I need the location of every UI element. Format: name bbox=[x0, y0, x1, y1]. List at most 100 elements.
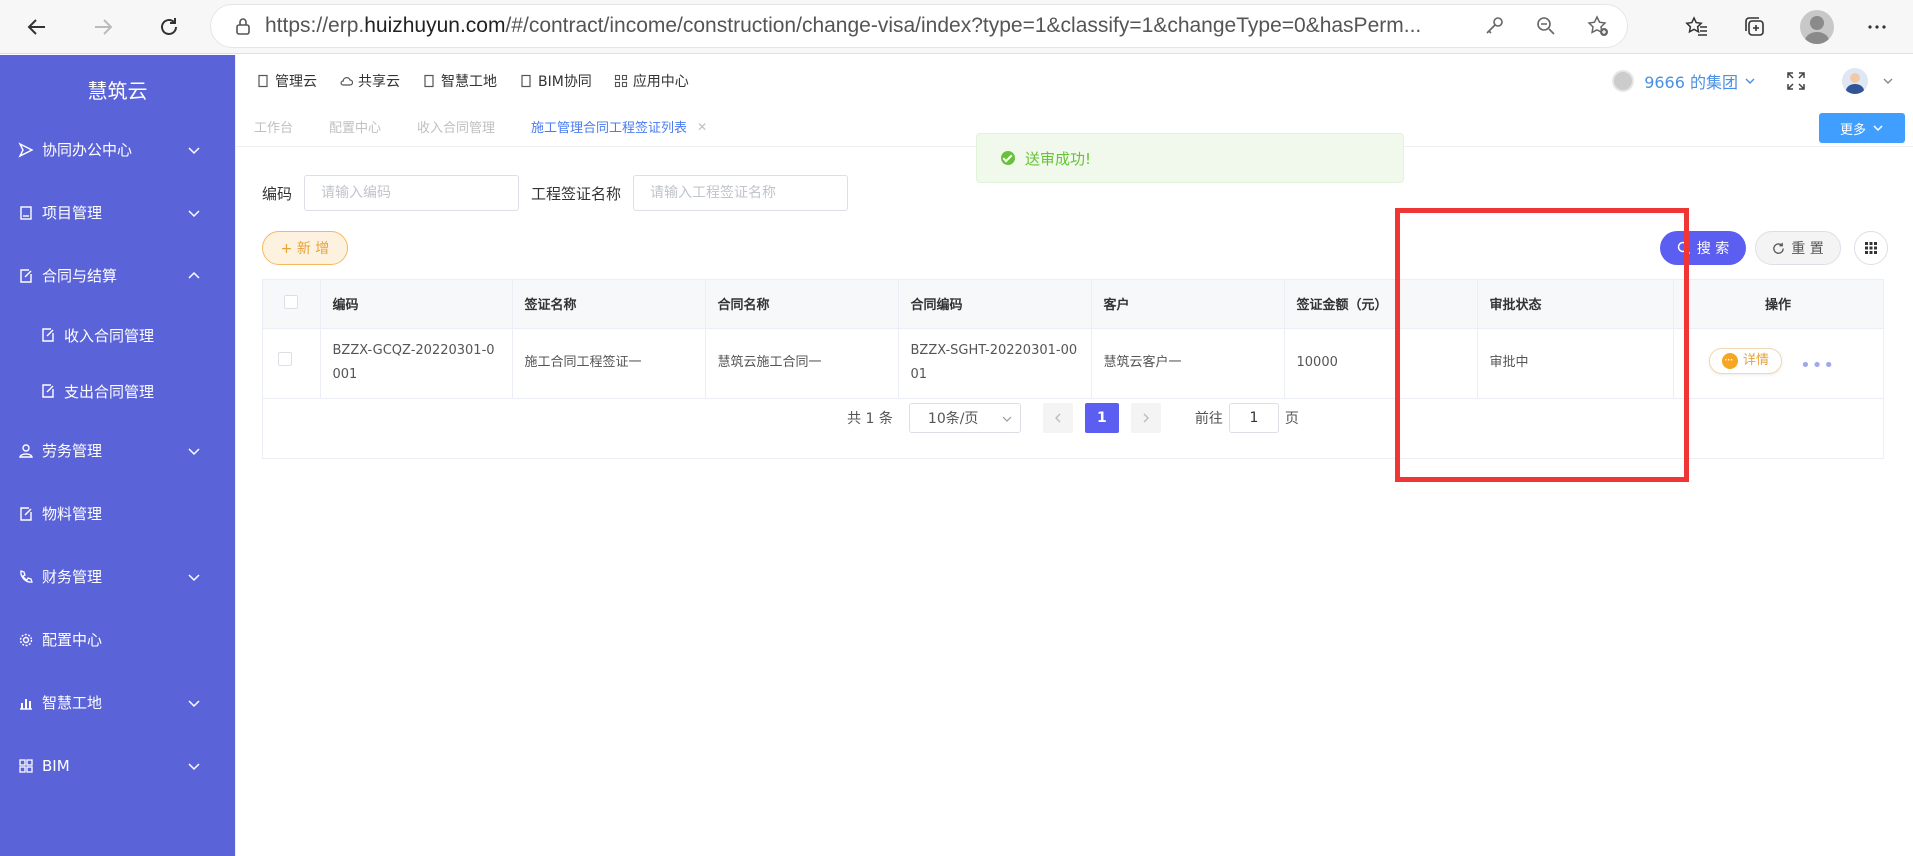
sidebar-item-label: 财务管理 bbox=[42, 568, 103, 586]
column-header[interactable]: 合同名称 bbox=[705, 280, 899, 329]
favorites-icon bbox=[1685, 16, 1707, 36]
edit-doc-icon bbox=[42, 328, 54, 342]
more-button[interactable]: 更多 bbox=[1819, 113, 1905, 143]
topnav-label: BIM协同 bbox=[538, 74, 592, 90]
sidebar-item-labor[interactable]: 劳务管理 bbox=[0, 419, 235, 482]
column-header[interactable]: 编码 bbox=[320, 280, 513, 329]
chevron-right-icon bbox=[1143, 413, 1149, 423]
detail-label: 详情 bbox=[1742, 353, 1769, 368]
sidebar-item-label: 支出合同管理 bbox=[64, 382, 155, 401]
goto-label: 前往 bbox=[1194, 411, 1223, 427]
next-page-button[interactable] bbox=[1130, 403, 1161, 433]
sidebar-item-collaboration[interactable]: 协同办公中心 bbox=[0, 118, 235, 181]
cell-customer: 慧筑云客户一 bbox=[1091, 328, 1285, 399]
prev-page-button[interactable] bbox=[1042, 403, 1073, 433]
select-all-cell bbox=[263, 280, 321, 329]
tab-config-center[interactable]: 配置中心 bbox=[329, 117, 381, 136]
topnav-label: 管理云 bbox=[275, 74, 317, 90]
grid-icon bbox=[614, 74, 627, 88]
edit-doc-icon bbox=[42, 384, 54, 398]
fullscreen-icon[interactable] bbox=[1786, 71, 1806, 91]
url-text: https://erp.huizhuyun.com/#/contract/inc… bbox=[265, 14, 1422, 37]
check-circle-icon bbox=[1001, 151, 1015, 165]
page-size-select[interactable]: 10条/页 bbox=[908, 403, 1021, 433]
visa-name-label: 工程签证名称 bbox=[531, 184, 622, 203]
tab-construction-visa-list[interactable]: 施工管理合同工程签证列表 bbox=[531, 117, 687, 136]
topnav-item-management-cloud[interactable]: 管理云 bbox=[256, 71, 317, 91]
sidebar-item-income-contract[interactable]: 收入合同管理 bbox=[0, 307, 235, 363]
sidebar-item-bim[interactable]: BIM bbox=[0, 734, 235, 797]
sidebar-item-label: 智慧工地 bbox=[42, 694, 103, 712]
group-selector[interactable]: 9666 的集团 bbox=[1612, 69, 1756, 93]
add-favorite-button[interactable] bbox=[1579, 7, 1617, 45]
chevron-down-icon bbox=[1745, 78, 1755, 84]
collections-icon bbox=[1745, 17, 1764, 36]
code-label: 编码 bbox=[262, 184, 293, 203]
add-button[interactable]: + 新 增 bbox=[262, 231, 348, 265]
topnav-item-smart-site[interactable]: 智慧工地 bbox=[422, 71, 497, 91]
back-button[interactable] bbox=[16, 6, 58, 48]
tab-workbench[interactable]: 工作台 bbox=[254, 117, 293, 136]
topnav-item-bim[interactable]: BIM协同 bbox=[519, 71, 592, 91]
page-number-current[interactable]: 1 bbox=[1084, 403, 1119, 433]
sidebar-item-label: 项目管理 bbox=[42, 204, 103, 222]
zoom-out-icon bbox=[1537, 17, 1555, 35]
sidebar-item-material[interactable]: 物料管理 bbox=[0, 482, 235, 545]
more-horizontal-icon bbox=[1868, 25, 1886, 29]
visa-name-input[interactable] bbox=[633, 175, 849, 211]
topnav-item-share-cloud[interactable]: 共享云 bbox=[339, 71, 400, 91]
topnav-item-app-center[interactable]: 应用中心 bbox=[614, 71, 689, 91]
key-icon-button[interactable] bbox=[1475, 7, 1513, 45]
chevron-down-icon bbox=[188, 448, 200, 456]
sidebar-item-config[interactable]: 配置中心 bbox=[0, 608, 235, 671]
zoom-button[interactable] bbox=[1527, 7, 1565, 45]
toast-message: 送审成功! bbox=[1025, 149, 1092, 168]
code-input[interactable] bbox=[304, 175, 520, 211]
filter-bar: 编码 工程签证名称 bbox=[262, 175, 860, 211]
bar-chart-icon bbox=[20, 698, 32, 710]
cloud-icon bbox=[340, 77, 353, 86]
reset-button[interactable]: 重 置 bbox=[1755, 231, 1841, 265]
sidebar-item-smart-site[interactable]: 智慧工地 bbox=[0, 671, 235, 734]
reset-label: 重 置 bbox=[1791, 241, 1824, 257]
brand-title: 慧筑云 bbox=[87, 79, 148, 103]
sidebar-item-expense-contract[interactable]: 支出合同管理 bbox=[0, 363, 235, 419]
doc-icon bbox=[521, 74, 531, 88]
favorites-button[interactable] bbox=[1671, 6, 1723, 48]
cell-code: BZZX-GCQZ-20220301-0001 bbox=[320, 328, 513, 399]
row-checkbox[interactable] bbox=[278, 352, 293, 366]
tab-income-contract[interactable]: 收入合同管理 bbox=[417, 117, 495, 136]
detail-button[interactable]: 详情 bbox=[1708, 348, 1782, 374]
chevron-down-icon[interactable] bbox=[1882, 75, 1894, 87]
doc-icon bbox=[424, 74, 434, 88]
collections-button[interactable] bbox=[1729, 6, 1781, 48]
profile-button[interactable] bbox=[1791, 6, 1843, 48]
chevron-down-icon bbox=[188, 763, 200, 771]
column-header[interactable]: 客户 bbox=[1091, 280, 1285, 329]
more-label: 更多 bbox=[1839, 122, 1866, 138]
forward-button[interactable] bbox=[82, 6, 124, 48]
topnav-label: 应用中心 bbox=[632, 74, 689, 90]
user-avatar[interactable] bbox=[1842, 68, 1868, 94]
search-label: 搜 索 bbox=[1696, 241, 1730, 257]
more-actions-icon[interactable]: ••• bbox=[1800, 355, 1835, 376]
sidebar-item-contract[interactable]: 合同与结算 bbox=[0, 244, 235, 307]
reload-button[interactable] bbox=[148, 6, 190, 48]
group-label: 9666 的集团 bbox=[1644, 73, 1738, 92]
group-logo-icon bbox=[1612, 70, 1635, 92]
select-all-checkbox[interactable] bbox=[284, 294, 299, 309]
column-header[interactable]: 合同编码 bbox=[898, 280, 1092, 329]
column-header[interactable]: 签证名称 bbox=[512, 280, 706, 329]
sidebar-item-project[interactable]: 项目管理 bbox=[0, 181, 235, 244]
sidebar-item-finance[interactable]: 财务管理 bbox=[0, 545, 235, 608]
column-settings-button[interactable] bbox=[1854, 231, 1888, 265]
chevron-down-icon bbox=[188, 574, 200, 582]
total-count: 共 1 条 bbox=[847, 411, 893, 427]
address-bar[interactable]: https://erp.huizhuyun.com/#/contract/inc… bbox=[210, 4, 1628, 48]
goto-page-input[interactable] bbox=[1228, 403, 1279, 433]
phone-icon bbox=[20, 569, 33, 583]
tab-close-icon[interactable]: ✕ bbox=[697, 120, 707, 134]
top-nav: 管理云 共享云 智慧工地 BIM协同 应用中心 9666 的集团 bbox=[236, 55, 1913, 107]
settings-menu-button[interactable] bbox=[1851, 6, 1903, 48]
sidebar-item-label: 合同与结算 bbox=[42, 267, 118, 285]
